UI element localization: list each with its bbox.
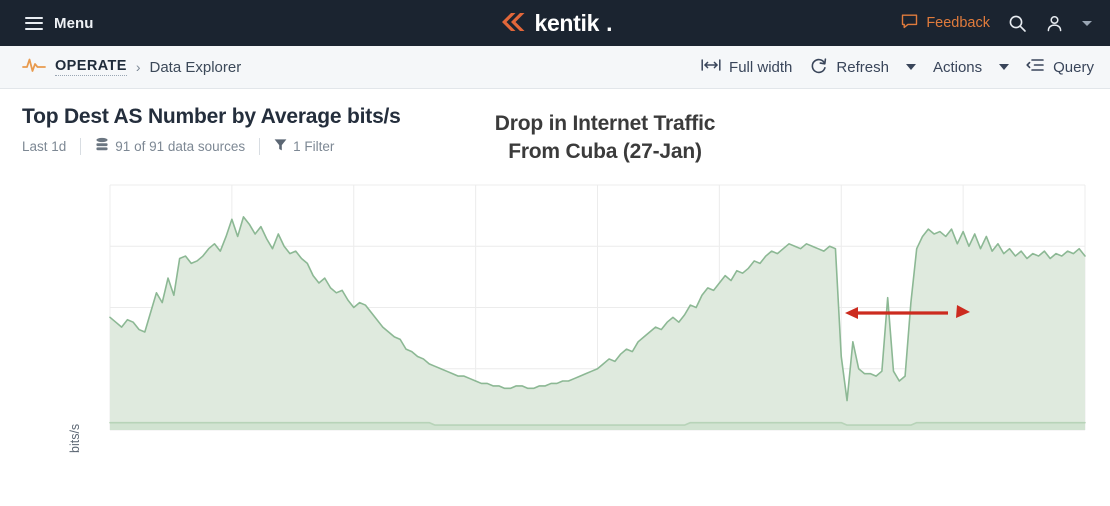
refresh-icon [809, 56, 828, 79]
page-title: Top Dest AS Number by Average bits/s [22, 105, 401, 128]
filters-item[interactable]: 1 Filter [274, 138, 334, 155]
toolbar-actions: Full width Refresh Actions Query [701, 56, 1094, 79]
breadcrumb-separator: › [135, 59, 141, 75]
time-range-label[interactable]: Last 1d [22, 139, 66, 154]
meta-divider-1 [80, 138, 82, 155]
feedback-label: Feedback [926, 15, 990, 31]
meta-divider-2 [259, 138, 261, 155]
filter-funnel-icon [274, 138, 287, 155]
breadcrumb-bar: OPERATE › Data Explorer Full width Refre… [0, 46, 1110, 89]
actions-chevron-down-icon[interactable] [999, 64, 1010, 70]
full-width-button[interactable]: Full width [701, 58, 792, 76]
user-account-button[interactable] [1045, 14, 1064, 33]
full-width-icon [701, 58, 721, 76]
refresh-chevron-down-icon[interactable] [905, 64, 916, 70]
operate-pulse-icon [22, 56, 46, 79]
top-navigation-bar: Menu kentik . Feedback [0, 0, 1110, 46]
brand-name: kentik [534, 10, 600, 36]
query-list-icon [1026, 57, 1045, 77]
annotation-title: Drop in Internet Traffic From Cuba (27-J… [475, 110, 735, 166]
panel-metadata: Last 1d 91 of 91 data sources 1 Filter [22, 137, 334, 156]
user-icon [1047, 15, 1062, 31]
breadcrumb-operate[interactable]: OPERATE [55, 58, 127, 76]
data-sources-item[interactable]: 91 of 91 data sources [95, 137, 245, 156]
actions-label: Actions [932, 58, 983, 76]
chart-plot-area [109, 184, 1086, 431]
breadcrumb: OPERATE › Data Explorer [22, 56, 241, 79]
kentik-chevron-icon [497, 11, 527, 33]
menu-label: Menu [54, 14, 94, 32]
full-width-label: Full width [729, 58, 793, 76]
annotation-title-line-1: Drop in Internet Traffic [494, 112, 716, 135]
annotation-title-line-2: From Cuba (27-Jan) [508, 139, 702, 163]
top-nav-actions: Feedback [901, 13, 1092, 34]
chat-bubble-icon [901, 13, 918, 34]
hamburger-menu-icon[interactable] [25, 16, 43, 30]
filters-label: 1 Filter [293, 139, 335, 154]
feedback-button[interactable]: Feedback [901, 13, 990, 34]
actions-button[interactable]: Actions [933, 59, 982, 76]
traffic-area-chart[interactable]: bits/s 01/2703:0006:0009:0012:0015:0018:… [0, 172, 1110, 506]
refresh-button[interactable]: Refresh [809, 56, 889, 79]
search-button[interactable] [1008, 14, 1027, 33]
menu-button[interactable]: Menu [25, 15, 94, 32]
query-label: Query [1053, 58, 1094, 76]
brand-dot: . [606, 10, 613, 36]
breadcrumb-data-explorer[interactable]: Data Explorer [150, 59, 242, 76]
database-icon [95, 137, 109, 156]
data-sources-label: 91 of 91 data sources [115, 139, 246, 154]
search-icon [1009, 15, 1026, 32]
account-chevron-down-icon[interactable] [1082, 20, 1092, 26]
refresh-label: Refresh [836, 58, 889, 76]
query-button[interactable]: Query [1026, 57, 1094, 77]
